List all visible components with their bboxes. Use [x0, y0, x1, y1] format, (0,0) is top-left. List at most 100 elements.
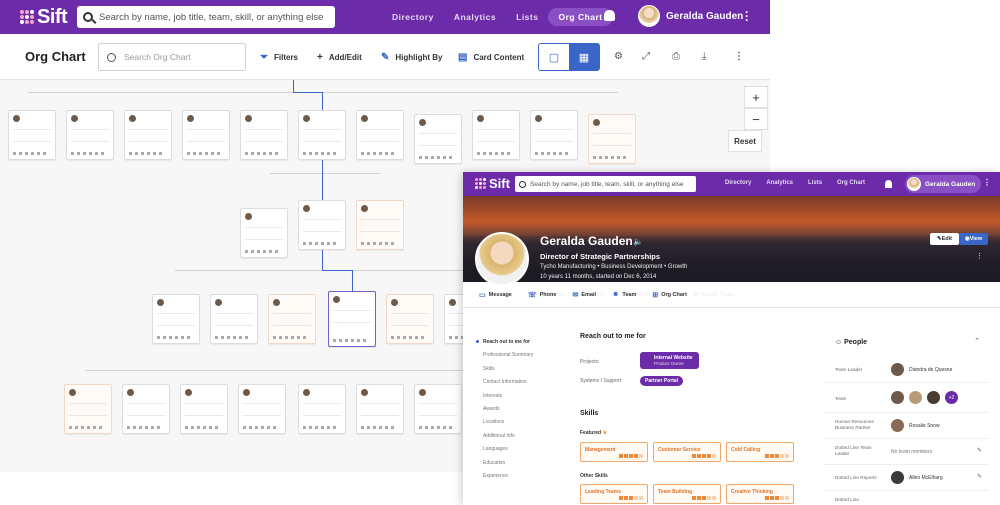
nav-directory[interactable]: Directory [382, 8, 444, 26]
avatar[interactable] [891, 471, 904, 484]
employee-card[interactable] [298, 110, 346, 160]
highlight-by-button[interactable]: ✎ Highlight By [381, 52, 443, 63]
employee-card[interactable] [268, 294, 316, 344]
download-icon[interactable]: ⤓ [702, 52, 712, 62]
section-link[interactable]: Awards [483, 403, 533, 416]
section-link[interactable]: Contact Information [483, 376, 533, 389]
employee-card[interactable] [414, 384, 462, 434]
system-pill[interactable]: Partner Portal [640, 376, 684, 386]
avatar[interactable] [927, 391, 940, 404]
notifications-bell-icon[interactable] [885, 180, 892, 188]
sift-logo[interactable]: Sift [20, 6, 68, 29]
chevron-up-icon[interactable]: ⌃ [974, 337, 980, 345]
employee-card[interactable] [66, 110, 114, 160]
employee-card[interactable] [152, 294, 200, 344]
global-search-input[interactable]: Search by name, job title, team, skill, … [515, 176, 696, 192]
expand-icon[interactable]: ⤢ [642, 52, 652, 62]
employee-card[interactable] [124, 110, 172, 160]
nav-directory[interactable]: Directory [725, 180, 751, 186]
section-link[interactable]: Locations [483, 416, 533, 429]
skill-card[interactable]: Cold Calling [726, 442, 794, 462]
print-icon[interactable]: ⎙ [672, 52, 682, 62]
employee-card[interactable] [180, 384, 228, 434]
edit-pencil-icon[interactable]: ✎ [977, 447, 982, 454]
avatar[interactable] [891, 391, 904, 404]
add-edit-button[interactable]: + Add/Edit [317, 52, 362, 63]
section-link[interactable]: Professional Summary [483, 349, 533, 362]
employee-card[interactable] [414, 114, 462, 164]
grid-view-icon[interactable]: ▦ [569, 44, 599, 70]
org-chart-search-input[interactable]: Search Org Chart [98, 43, 246, 71]
more-options-icon[interactable]: ⋮ [976, 252, 983, 260]
project-pill[interactable]: Internal Website Product Owner [640, 352, 699, 369]
avatar[interactable] [891, 419, 904, 432]
section-link[interactable]: Education [483, 457, 533, 470]
phone-button[interactable]: ☏ Phone [528, 291, 557, 299]
employee-card[interactable] [240, 110, 288, 160]
notifications-bell-icon[interactable] [604, 10, 615, 21]
employee-card[interactable] [298, 384, 346, 434]
employee-card[interactable] [64, 384, 112, 434]
section-link[interactable]: Experience [483, 470, 533, 483]
employee-card[interactable] [386, 294, 434, 344]
employee-card[interactable] [210, 294, 258, 344]
reset-button[interactable]: Reset [728, 130, 762, 152]
view-profile-button[interactable]: ◉ View [959, 233, 988, 245]
employee-card[interactable] [238, 384, 286, 434]
employee-card[interactable] [8, 110, 56, 160]
user-avatar [907, 177, 921, 191]
more-options-icon[interactable]: ⋮ [734, 52, 744, 62]
section-link[interactable]: Languages [483, 443, 533, 456]
more-team-members-button[interactable]: +2 [945, 391, 958, 404]
avatar[interactable] [909, 391, 922, 404]
zoom-in-button[interactable]: + [744, 86, 768, 108]
employee-card[interactable] [530, 110, 578, 160]
employee-card[interactable] [356, 110, 404, 160]
section-link[interactable]: Interests [483, 390, 533, 403]
nav-org-chart[interactable]: Org Chart [837, 180, 865, 186]
nav-lists[interactable]: Lists [506, 8, 548, 26]
avatar[interactable] [891, 363, 904, 376]
employee-card[interactable] [182, 110, 230, 160]
zoom-out-button[interactable]: − [744, 108, 768, 130]
section-link[interactable]: Skills [483, 363, 533, 376]
email-button[interactable]: ✉ Email [572, 291, 596, 299]
skill-card[interactable]: Leading Teams [580, 484, 648, 504]
single-view-icon[interactable]: ▢ [539, 44, 569, 70]
nav-org-chart[interactable]: Org Chart [548, 8, 613, 26]
employee-card[interactable] [588, 114, 636, 164]
employee-card[interactable] [472, 110, 520, 160]
edit-pencil-icon[interactable]: ✎ [977, 473, 982, 480]
more-menu-icon[interactable]: ⋮ [983, 178, 991, 187]
skill-card[interactable]: Customer Service [653, 442, 721, 462]
skill-card[interactable]: Creative Thinking [726, 484, 794, 504]
skill-card[interactable]: Team Building [653, 484, 721, 504]
team-button[interactable]: ☻ Team [612, 291, 636, 298]
nav-lists[interactable]: Lists [808, 180, 822, 186]
filter-icon: ⏷ [260, 52, 268, 63]
org-chart-button[interactable]: ⊞ Org Chart [652, 291, 687, 299]
employee-card[interactable] [356, 200, 404, 250]
employee-card[interactable] [298, 200, 346, 250]
skill-card[interactable]: Management [580, 442, 648, 462]
global-search-input[interactable]: Search by name, job title, team, skill, … [77, 6, 335, 28]
message-button[interactable]: ▭ Message [479, 291, 512, 299]
nav-analytics[interactable]: Analytics [766, 180, 793, 186]
section-link[interactable]: Additional Info [483, 430, 533, 443]
settings-gear-icon[interactable]: ⚙ [614, 52, 624, 62]
selected-employee-card[interactable] [328, 291, 376, 347]
more-menu-icon[interactable]: · · · [745, 6, 749, 26]
employee-card[interactable] [122, 384, 170, 434]
employee-card[interactable] [356, 384, 404, 434]
user-menu[interactable]: Geralda Gauden [905, 175, 982, 193]
employee-card[interactable] [240, 208, 288, 258]
card-content-button[interactable]: ▤ Card Content [458, 52, 524, 63]
edit-profile-button[interactable]: ✎ Edit [930, 233, 959, 245]
logo-dots-icon [475, 178, 486, 189]
filters-button[interactable]: ⏷ Filters [260, 52, 298, 63]
nav-analytics[interactable]: Analytics [444, 8, 506, 26]
section-link[interactable]: Reach out to me for [483, 336, 533, 349]
user-menu[interactable]: Geralda Gauden [638, 5, 743, 27]
sift-logo[interactable]: Sift [475, 176, 510, 191]
speaker-icon[interactable]: 🔈 [633, 237, 643, 246]
